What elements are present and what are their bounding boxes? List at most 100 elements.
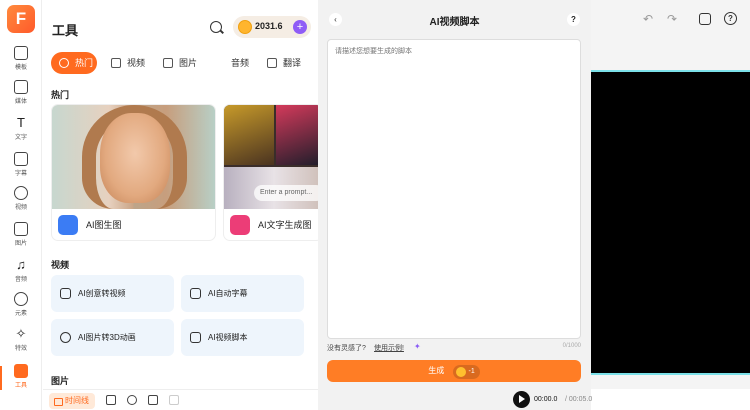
card-title: AI自动字幕	[208, 289, 248, 298]
dialog-title: AI视频脚本	[429, 17, 480, 28]
creative-video-icon	[60, 288, 71, 299]
video-icon	[111, 58, 121, 68]
text-icon: T	[17, 115, 25, 130]
preview-tile	[276, 105, 322, 165]
bottom-toolbar: 时间线	[43, 389, 318, 410]
credits-value: 2031.6	[255, 21, 283, 31]
rail-item-label: 工具	[14, 383, 27, 389]
section-title-video: 视频	[51, 260, 70, 270]
generate-label: 生成	[428, 366, 445, 375]
credits-badge[interactable]: 2031.6 +	[233, 16, 311, 38]
image-icon	[14, 222, 28, 236]
help-button[interactable]: ?	[567, 13, 580, 26]
search-icon[interactable]	[210, 21, 222, 33]
rail-item-label: 视频	[14, 205, 27, 211]
sparkle-icon: ✦	[414, 342, 421, 351]
rail-item-label: 音频	[14, 277, 27, 283]
rail-item-media[interactable]: 媒体	[0, 80, 42, 112]
generate-button[interactable]: 生成 -1	[327, 360, 581, 382]
tool-card-video-script[interactable]: AI视频脚本	[181, 319, 304, 356]
char-count: 0/1000	[562, 343, 581, 349]
tool-card-3d-animation[interactable]: AI图片转3D动画	[51, 319, 174, 356]
video-icon	[14, 186, 28, 200]
section-title-hot: 热门	[51, 90, 70, 100]
subtitle-icon	[14, 152, 28, 166]
card-title: AI文字生成图	[258, 220, 312, 230]
music-icon	[215, 58, 225, 68]
screenshot-icon[interactable]	[699, 13, 711, 25]
left-rail: F 模板 媒体 T 文字 字幕 视频 图片 ♫ 音频 元素 ✧ 特效 工具	[0, 0, 42, 410]
rail-item-toolbox[interactable]: 工具	[0, 364, 42, 396]
copy-icon[interactable]	[148, 395, 158, 405]
delete-icon[interactable]	[169, 395, 179, 405]
tab-video[interactable]: 视频	[103, 52, 149, 74]
rail-item-video[interactable]: 视频	[0, 186, 42, 218]
ai-image-icon	[58, 215, 78, 235]
undo-icon[interactable]: ↶	[643, 12, 653, 26]
rail-item-music[interactable]: ♫ 音频	[0, 258, 42, 290]
video-script-dialog: ‹ AI视频脚本 ? 没有灵感了? 使用示例! ✦ 0/1000 生成 -1	[318, 0, 591, 410]
category-tabs: 热门 视频 图片 音频 翻译	[51, 52, 313, 74]
music-icon: ♫	[16, 257, 26, 272]
preview-area: ↶ ↷ ?	[591, 0, 750, 410]
rail-item-effects[interactable]: ✧ 特效	[0, 327, 42, 359]
rail-item-template[interactable]: 模板	[0, 46, 42, 78]
use-example-link[interactable]: 使用示例!	[374, 343, 404, 353]
toolbox-icon	[14, 364, 28, 378]
tab-label: 图片	[179, 58, 198, 68]
rail-item-subtitle[interactable]: 字幕	[0, 152, 42, 184]
rail-item-image[interactable]: 图片	[0, 222, 42, 254]
player-bar	[591, 389, 750, 410]
rail-item-text[interactable]: T 文字	[0, 116, 42, 148]
card-title: AI创意转视频	[78, 289, 126, 298]
app-logo: F	[7, 5, 35, 33]
add-icon[interactable]	[106, 395, 116, 405]
script-prompt-input[interactable]	[327, 39, 581, 339]
tab-label: 翻译	[283, 58, 302, 68]
rail-item-label: 模板	[14, 65, 27, 71]
3d-animation-icon	[60, 332, 71, 343]
card-title: AI视频脚本	[208, 333, 248, 342]
rail-item-label: 字幕	[14, 171, 27, 177]
add-credits-button[interactable]: +	[293, 20, 307, 34]
redo-icon[interactable]: ↷	[667, 12, 677, 26]
tools-panel: 工具 2031.6 + 热门 视频 图片 音频 翻译 热门 AI图生图 Ente…	[43, 0, 323, 410]
media-icon	[14, 80, 28, 94]
tab-hot[interactable]: 热门	[51, 52, 97, 74]
effects-icon: ✧	[15, 326, 27, 341]
split-icon[interactable]	[127, 395, 137, 405]
play-button[interactable]	[513, 391, 530, 408]
image-icon	[163, 58, 173, 68]
translate-icon	[267, 58, 277, 68]
tab-image[interactable]: 图片	[155, 52, 201, 74]
section-title-image: 图片	[51, 376, 70, 386]
tool-card-creative-video[interactable]: AI创意转视频	[51, 275, 174, 312]
auto-subtitle-icon	[190, 288, 201, 299]
coin-icon	[238, 20, 252, 34]
inspiration-hint: 没有灵感了?	[327, 345, 366, 352]
card-title: AI图片转3D动画	[78, 333, 136, 342]
video-script-icon	[190, 332, 201, 343]
rail-item-label: 元素	[14, 311, 27, 317]
element-icon	[14, 292, 28, 306]
current-time: 00:00.0	[534, 396, 558, 403]
template-icon	[14, 46, 28, 60]
tab-translate[interactable]: 翻译	[259, 52, 309, 74]
tab-audio[interactable]: 音频	[207, 52, 253, 74]
fire-icon	[59, 58, 69, 68]
rail-item-label: 特效	[14, 346, 27, 352]
tool-card-auto-subtitle[interactable]: AI自动字幕	[181, 275, 304, 312]
ai-text-image-preview: Enter a prompt...	[224, 105, 322, 209]
portrait-face	[100, 113, 170, 203]
card-label: AI文字生成图	[230, 215, 312, 235]
ai-text-image-icon	[230, 215, 250, 235]
video-preview[interactable]	[591, 70, 750, 375]
help-icon[interactable]: ?	[724, 12, 737, 25]
ai-image-preview	[52, 105, 215, 209]
timeline-button[interactable]: 时间线	[49, 393, 95, 409]
tool-card-ai-text-image[interactable]: Enter a prompt... AI文字生成图	[223, 104, 323, 241]
tool-card-ai-image[interactable]: AI图生图	[51, 104, 216, 241]
panel-title: 工具	[52, 23, 79, 38]
rail-item-element[interactable]: 元素	[0, 292, 42, 324]
tab-label: 音频	[231, 58, 250, 68]
